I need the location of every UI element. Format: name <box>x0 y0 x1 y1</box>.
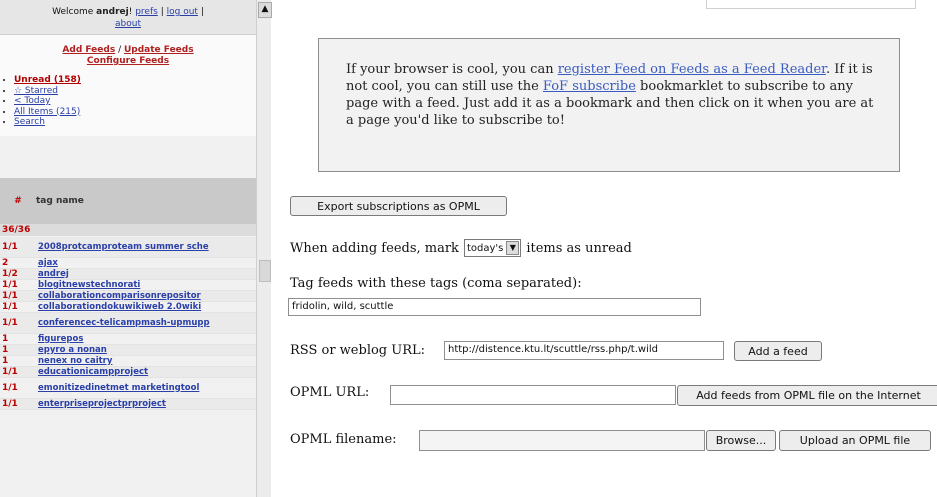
info-box: If your browser is cool, you can registe… <box>318 38 900 172</box>
tag-row[interactable]: 1 figurepos <box>0 334 256 345</box>
tag-count: 1/1 <box>2 399 18 409</box>
tag-name[interactable]: andrej <box>38 269 69 279</box>
feed-actions: Add Feeds / Update Feeds Configure Feeds <box>0 35 256 73</box>
all-items-link[interactable]: All Items (215) <box>14 107 80 117</box>
scrollbar-thumb[interactable] <box>259 260 271 282</box>
tag-table-header: # tag name <box>0 178 256 224</box>
welcome-prefix: Welcome <box>52 7 94 17</box>
tag-row[interactable]: 1/1 emonitizedinetmet marketingtool <box>0 378 256 399</box>
tag-row[interactable]: 1/1 conferencec-telicampmash-upmupp <box>0 313 256 334</box>
rss-url-input[interactable]: http://distence.ktu.lt/scuttle/rss.php/t… <box>444 341 724 360</box>
update-feeds-link[interactable]: Update Feeds <box>124 45 194 55</box>
sidebar: Welcome andrej! prefs | log out | about … <box>0 0 257 497</box>
mark-unread-row: When adding feeds, mark today's ▼ items … <box>290 239 632 257</box>
tag-count-header: # <box>14 196 22 206</box>
main-panel: If your browser is cool, you can registe… <box>271 0 937 497</box>
tag-row[interactable]: 1/2 andrej <box>0 269 256 280</box>
tag-name[interactable]: epyro a nonan <box>38 345 107 355</box>
tag-count: 1/1 <box>2 302 18 312</box>
fof-subscribe-link[interactable]: FoF subscribe <box>543 79 636 94</box>
add-opml-url-button[interactable]: Add feeds from OPML file on the Internet <box>677 385 937 406</box>
nav-today: < Today <box>14 96 250 107</box>
tag-name[interactable]: conferencec-telicampmash-upmupp <box>38 318 210 328</box>
tag-row[interactable]: 1 epyro a nonan <box>0 345 256 356</box>
chevron-down-icon[interactable]: ▼ <box>506 241 520 255</box>
tag-feeds-label: Tag feeds with these tags (coma separate… <box>290 276 582 291</box>
separator: | <box>160 7 164 17</box>
tag-row[interactable]: 1/1 educationicampproject <box>0 367 256 378</box>
nav-unread: Unread (158) <box>14 75 250 86</box>
tag-total-link[interactable]: 36/36 <box>0 224 256 236</box>
tag-name[interactable]: collaborationcomparisonrepositor <box>38 291 201 301</box>
tag-name[interactable]: nenex no caitry <box>38 356 112 366</box>
tag-count: 1/1 <box>2 242 18 252</box>
separator: | <box>200 7 204 17</box>
tag-feeds-input[interactable]: fridolin, wild, scuttle <box>288 298 701 316</box>
sidebar-scrollbar[interactable]: ▲ <box>256 0 272 497</box>
tag-count: 1/1 <box>2 367 18 377</box>
tag-row[interactable]: 1/1 blogitnewstechnorati <box>0 280 256 291</box>
about-link[interactable]: about <box>115 19 141 29</box>
tag-name[interactable]: enterpriseprojectprproject <box>38 399 166 409</box>
configure-feeds-link[interactable]: Configure Feeds <box>87 56 169 66</box>
tag-row[interactable]: 1/1 collaborationdokuwikiweb 2.0wiki <box>0 302 256 313</box>
tag-name-header[interactable]: tag name <box>36 196 84 206</box>
tag-count: 1 <box>2 345 9 355</box>
unread-link[interactable]: Unread (158) <box>14 75 81 85</box>
username: andrej <box>96 7 129 17</box>
top-frame-edge <box>706 0 916 9</box>
mark-suffix: items as unread <box>526 240 632 256</box>
tag-name[interactable]: collaborationdokuwikiweb 2.0wiki <box>38 302 201 312</box>
slash: / <box>118 45 122 55</box>
tag-count: 1/2 <box>2 269 18 279</box>
tag-name[interactable]: 2008protcamproteam summer sche <box>38 242 209 252</box>
opml-filename-label: OPML filename: <box>290 432 397 447</box>
search-link[interactable]: Search <box>14 117 45 127</box>
tag-count: 1 <box>2 334 9 344</box>
add-feeds-link[interactable]: Add Feeds <box>62 45 115 55</box>
tag-name[interactable]: blogitnewstechnorati <box>38 280 140 290</box>
register-feed-reader-link[interactable]: register Feed on Feeds as a Feed Reader <box>558 62 826 77</box>
tag-row[interactable]: 2 ajax <box>0 258 256 269</box>
welcome-box: Welcome andrej! prefs | log out | about <box>0 0 256 35</box>
tag-row[interactable]: 1/1 enterpriseprojectprproject <box>0 399 256 410</box>
welcome-suffix: ! <box>128 7 133 17</box>
opml-filename-input[interactable] <box>419 430 705 451</box>
prefs-link[interactable]: prefs <box>135 7 158 17</box>
tag-count: 2 <box>2 258 9 268</box>
add-feed-button[interactable]: Add a feed <box>734 341 822 361</box>
nav-all-items: All Items (215) <box>14 107 250 118</box>
tag-row[interactable]: 1/1 collaborationcomparisonrepositor <box>0 291 256 302</box>
tag-row[interactable]: 1/1 2008protcamproteam summer sche <box>0 237 256 258</box>
tag-count: 1/1 <box>2 280 18 290</box>
export-opml-button[interactable]: Export subscriptions as OPML <box>290 196 507 216</box>
rss-url-label: RSS or weblog URL: <box>290 343 426 358</box>
tag-count: 1/1 <box>2 318 18 328</box>
opml-url-label: OPML URL: <box>290 385 370 400</box>
opml-url-input[interactable] <box>390 385 676 405</box>
upload-opml-button[interactable]: Upload an OPML file <box>779 430 931 451</box>
logout-link[interactable]: log out <box>167 7 198 17</box>
tag-count: 1/1 <box>2 383 18 393</box>
info-text: If your browser is cool, you can <box>346 62 558 77</box>
tag-name[interactable]: emonitizedinetmet marketingtool <box>38 383 199 393</box>
starred-link[interactable]: ☆ Starred <box>14 86 58 96</box>
browse-button[interactable]: Browse... <box>706 430 776 451</box>
tag-list: 1/1 2008protcamproteam summer sche 2 ajax … <box>0 237 256 410</box>
tag-name[interactable]: figurepos <box>38 334 83 344</box>
mark-selected-value: today's <box>466 242 504 254</box>
view-nav: Unread (158) ☆ Starred < Today All Items… <box>0 73 256 136</box>
nav-search: Search <box>14 117 250 128</box>
mark-prefix: When adding feeds, mark <box>290 240 459 256</box>
tag-name[interactable]: ajax <box>38 258 58 268</box>
tag-count: 1 <box>2 356 9 366</box>
mark-unread-select[interactable]: today's ▼ <box>463 239 522 257</box>
tag-row[interactable]: 1 nenex no caitry <box>0 356 256 367</box>
today-link[interactable]: < Today <box>14 96 50 106</box>
scroll-up-icon[interactable]: ▲ <box>258 2 272 18</box>
nav-starred: ☆ Starred <box>14 86 250 97</box>
tag-name[interactable]: educationicampproject <box>38 367 148 377</box>
tag-count: 1/1 <box>2 291 18 301</box>
